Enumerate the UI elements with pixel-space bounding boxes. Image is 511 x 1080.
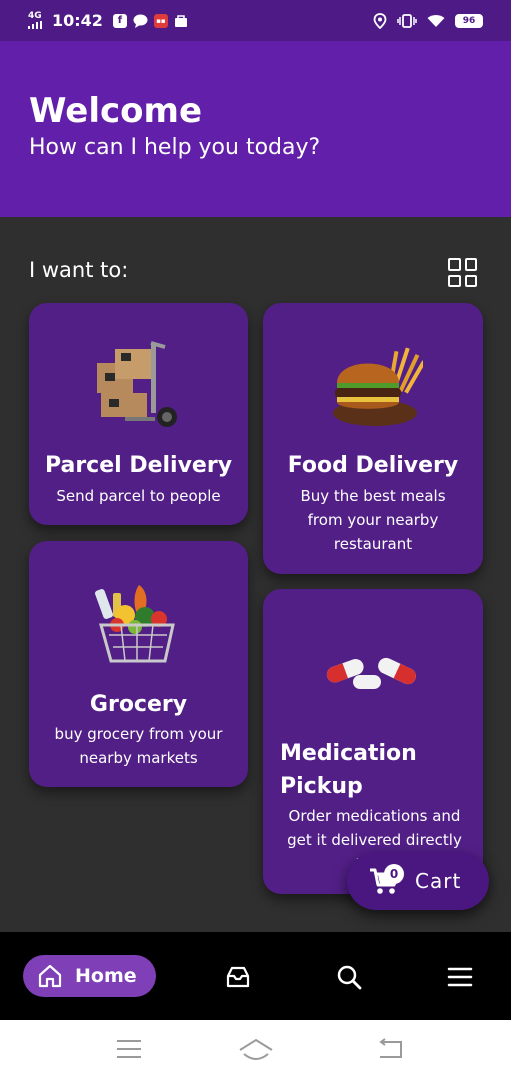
inbox-icon[interactable] xyxy=(225,964,251,990)
status-bar: 4G 10:42 f ▪▪ 96 xyxy=(0,0,511,41)
burger-fries-image xyxy=(333,347,423,426)
service-title: Parcel Delivery xyxy=(44,453,233,478)
service-description: Buy the best meals from your nearby rest… xyxy=(300,487,446,553)
section-label: I want to: xyxy=(29,258,129,282)
cart-button[interactable]: Cart xyxy=(347,852,489,910)
cart-count-badge: 0 xyxy=(384,864,404,884)
service-card-food[interactable]: Food Delivery Buy the best meals from yo… xyxy=(263,303,483,574)
shop-icon xyxy=(174,14,187,27)
service-title: Grocery xyxy=(89,692,188,717)
parcel-trolley-image xyxy=(97,341,177,427)
grid-view-icon[interactable] xyxy=(448,258,477,287)
menu-icon[interactable] xyxy=(447,964,473,990)
nav-home-button[interactable]: Home xyxy=(23,955,156,997)
network-type: 4G xyxy=(28,11,42,21)
service-card-parcel[interactable]: Parcel Delivery Send parcel to people xyxy=(29,303,248,525)
bottom-nav: Home xyxy=(0,932,511,1020)
service-title: Medication Pickup xyxy=(280,741,417,799)
network-indicator: 4G xyxy=(28,12,42,29)
system-home-icon[interactable] xyxy=(238,1038,274,1062)
grocery-basket-image xyxy=(95,585,175,663)
vibrate-icon xyxy=(397,13,417,28)
chat-icon xyxy=(133,14,148,28)
page-subtitle: How can I help you today? xyxy=(29,135,321,160)
signal-icon xyxy=(28,21,42,29)
status-time: 10:42 xyxy=(52,11,103,30)
nav-home-label: Home xyxy=(75,965,137,987)
battery-level: 96 xyxy=(462,15,476,26)
battery-icon: 96 xyxy=(455,13,483,28)
cart-label: Cart xyxy=(415,869,462,893)
service-description: buy grocery from your nearby markets xyxy=(54,725,223,767)
facebook-icon: f xyxy=(112,13,127,28)
service-title: Food Delivery xyxy=(287,453,459,478)
home-icon xyxy=(38,964,62,988)
wifi-icon xyxy=(427,14,445,27)
back-icon[interactable] xyxy=(376,1038,404,1060)
page-title: Welcome xyxy=(29,91,203,131)
app-icon: ▪▪ xyxy=(153,13,168,28)
location-icon xyxy=(373,12,387,29)
welcome-header: Welcome How can I help you today? xyxy=(0,41,511,217)
service-card-medication[interactable]: Medication Pickup Order medications and … xyxy=(263,589,483,894)
search-icon[interactable] xyxy=(336,964,362,990)
pills-image xyxy=(326,657,416,689)
service-card-grocery[interactable]: Grocery buy grocery from your nearby mar… xyxy=(29,541,248,787)
system-nav-bar xyxy=(0,1020,511,1080)
service-description: Send parcel to people xyxy=(56,487,221,505)
recent-apps-icon[interactable] xyxy=(116,1038,142,1060)
